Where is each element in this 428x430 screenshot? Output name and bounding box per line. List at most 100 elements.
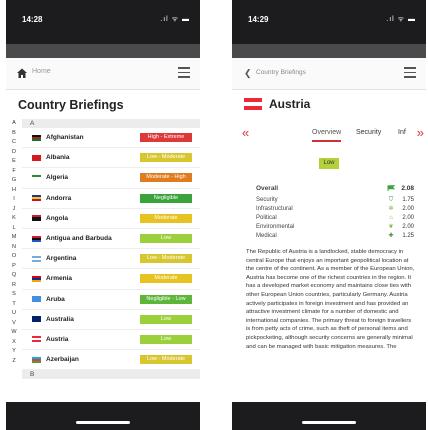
country-name: Azerbaijan	[46, 356, 79, 364]
tab-infrastructure[interactable]: Inf	[398, 129, 406, 136]
screenshot-canvas: 14:28 .ıl ᯤ ▬ Home Country Briefings ABC…	[0, 0, 428, 430]
index-letter[interactable]: V	[6, 319, 22, 329]
score-label: Medical	[256, 232, 277, 239]
score-value: 1.75	[402, 196, 414, 203]
home-icon[interactable]	[16, 67, 28, 79]
country-row[interactable]: Antigua and Barbuda Low	[22, 229, 200, 250]
index-letter[interactable]: T	[6, 300, 22, 310]
home-indicator	[232, 402, 426, 430]
country-name: Albania	[46, 154, 70, 162]
score-value: 2.00	[402, 214, 414, 221]
index-letter[interactable]: U	[6, 309, 22, 319]
index-letter[interactable]: M	[6, 233, 22, 243]
index-letter[interactable]: A	[6, 119, 22, 129]
country-row[interactable]: Algeria Moderate - High	[22, 168, 200, 189]
country-list-body: A Afghanistan High - Extreme Albania Low - M…	[22, 119, 200, 380]
country-name: Armenia	[46, 275, 73, 283]
score-row: Medical ✚ 1.25	[256, 231, 414, 240]
score-row: Infrastructural ✲ 2.00	[256, 204, 414, 213]
index-letter[interactable]: I	[6, 195, 22, 205]
status-icons: .ıl ᯤ ▬	[160, 16, 190, 23]
country-row[interactable]: Armenia Moderate	[22, 269, 200, 290]
index-letter[interactable]: F	[6, 167, 22, 177]
flag-icon	[387, 185, 395, 191]
tab-prev-button[interactable]: «	[242, 125, 249, 140]
score-row: Security ⛉ 1.75	[256, 195, 414, 204]
country-name: Afghanistan	[46, 134, 84, 142]
index-letter[interactable]: H	[6, 186, 22, 196]
score-value: 2.00	[402, 223, 414, 230]
index-letter[interactable]: B	[6, 129, 22, 139]
phone-country-list: 14:28 .ıl ᯤ ▬ Home Country Briefings ABC…	[6, 0, 200, 430]
country-name: Andorra	[46, 194, 72, 202]
country-row[interactable]: Austria Low	[22, 330, 200, 351]
chevron-left-icon[interactable]: ❮	[244, 68, 252, 79]
score-rows: Security ⛉ 1.75 Infrastructural ✲ 2.00 Politic…	[256, 195, 414, 240]
risk-badge: Low	[140, 314, 192, 324]
index-letter[interactable]: Z	[6, 357, 22, 367]
index-letter[interactable]: N	[6, 243, 22, 253]
back-link[interactable]: Country Briefings	[256, 69, 306, 76]
index-letter[interactable]: R	[6, 281, 22, 291]
index-letter[interactable]: E	[6, 157, 22, 167]
country-row[interactable]: Azerbaijan Low - Moderate	[22, 350, 200, 371]
tab-next-button[interactable]: »	[417, 125, 424, 140]
index-letter[interactable]: C	[6, 138, 22, 148]
risk-badge: Low	[140, 234, 192, 244]
country-row[interactable]: Australia Low	[22, 310, 200, 330]
country-row[interactable]: Argentina Low - Moderate	[22, 249, 200, 270]
risk-badge: Negligible - Low	[140, 294, 192, 304]
home-link[interactable]: Home	[32, 68, 51, 75]
building-icon: ⌂	[389, 214, 393, 221]
country-flag-icon	[32, 255, 41, 262]
country-flag-icon	[32, 154, 41, 161]
index-letter[interactable]: J	[6, 205, 22, 215]
risk-badge: Moderate	[140, 274, 192, 284]
risk-badge: Moderate	[140, 213, 192, 223]
menu-icon[interactable]	[178, 67, 190, 78]
score-label: Infrastructural	[256, 205, 293, 212]
country-flag-icon	[32, 356, 41, 363]
score-row: Political ⌂ 2.00	[256, 213, 414, 222]
tab-security[interactable]: Security	[356, 129, 381, 136]
risk-badge: Negligible	[140, 193, 192, 203]
home-indicator	[6, 402, 200, 430]
tab-overview[interactable]: Overview	[312, 129, 342, 142]
index-letter[interactable]: Q	[6, 271, 22, 281]
country-row[interactable]: Aruba Negligible - Low	[22, 290, 200, 310]
country-flag-icon	[32, 174, 41, 181]
score-value: 1.25	[402, 232, 414, 239]
risk-badge: Low	[140, 334, 192, 344]
country-row[interactable]: Angola Moderate	[22, 209, 200, 229]
index-letter[interactable]: D	[6, 148, 22, 158]
gear-icon: ✲	[388, 205, 394, 212]
risk-badge: Low - Moderate	[140, 254, 192, 264]
index-letter[interactable]: S	[6, 290, 22, 300]
index-letter[interactable]: G	[6, 176, 22, 186]
index-letter[interactable]: Y	[6, 347, 22, 357]
index-letter[interactable]: L	[6, 224, 22, 234]
country-row[interactable]: Afghanistan High - Extreme	[22, 128, 200, 149]
score-row: Environmental ❦ 2.00	[256, 222, 414, 231]
country-name: Austria	[46, 335, 69, 343]
alphabet-index[interactable]: ABCDEFGHIJKLMNOPQRSTUVWXYZ	[6, 119, 22, 366]
status-icons: .ıl ᯤ ▬	[386, 16, 416, 23]
country-name: Australia	[46, 315, 74, 323]
menu-icon[interactable]	[404, 67, 416, 78]
country-row[interactable]: Albania Low - Moderate	[22, 148, 200, 169]
medkit-icon: ✚	[388, 232, 394, 239]
index-letter[interactable]: O	[6, 252, 22, 262]
country-row[interactable]: Andorra Negligible	[22, 189, 200, 209]
country-name: Antigua and Barbuda	[46, 235, 112, 243]
country-description: The Republic of Austria is a landlocked,…	[246, 249, 415, 350]
country-flag-icon	[32, 215, 41, 222]
index-letter[interactable]: W	[6, 328, 22, 338]
leaf-icon: ❦	[388, 223, 394, 230]
index-letter[interactable]: P	[6, 262, 22, 272]
index-letter[interactable]: K	[6, 214, 22, 224]
status-time: 14:29	[248, 15, 269, 24]
country-flag-icon	[32, 336, 41, 343]
status-bar: 14:29 .ıl ᯤ ▬	[232, 0, 426, 44]
index-letter[interactable]: X	[6, 338, 22, 348]
risk-badge: High - Extreme	[140, 133, 192, 143]
